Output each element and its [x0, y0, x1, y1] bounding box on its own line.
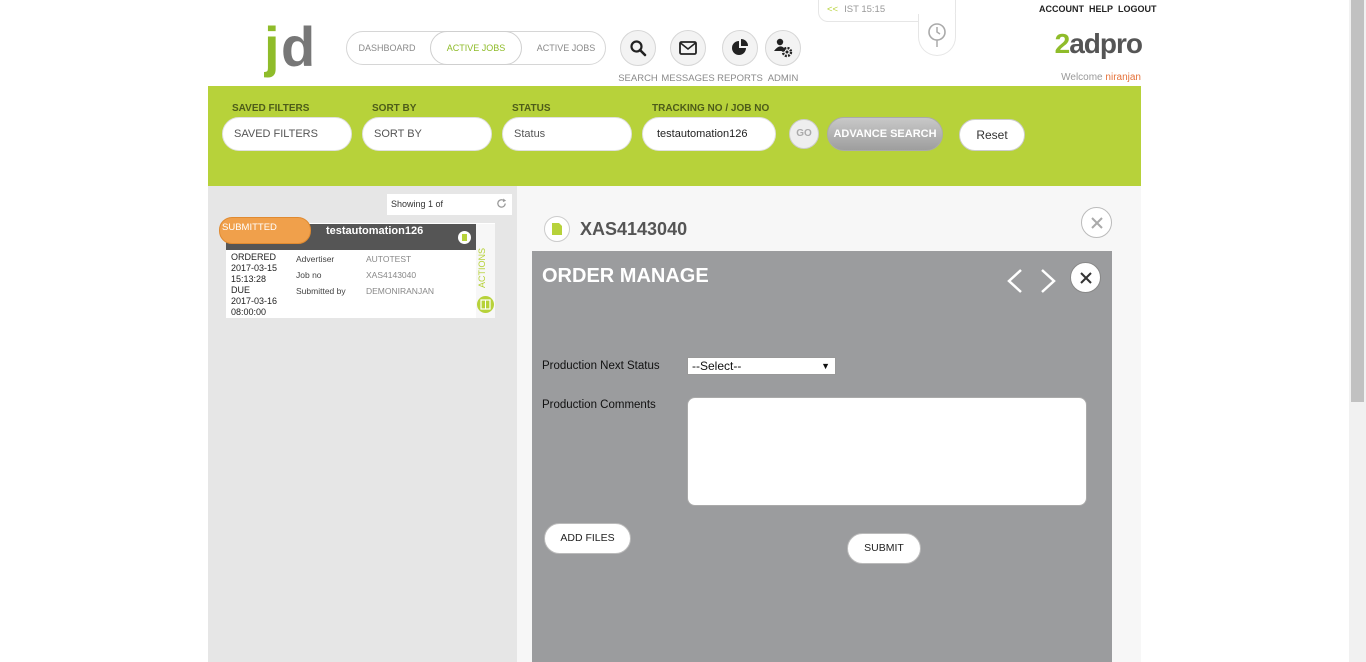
close-panel-button[interactable]	[1070, 262, 1101, 293]
search-button[interactable]	[620, 30, 656, 66]
sort-by-label: SORT BY	[372, 103, 417, 114]
chevron-right-icon[interactable]	[1037, 266, 1059, 296]
vertical-scrollbar[interactable]	[1349, 0, 1366, 662]
search-icon	[630, 40, 647, 57]
submitted-by-value: DEMONIRANJAN	[366, 286, 435, 296]
status-select[interactable]: Status	[502, 117, 632, 151]
film-icon	[480, 299, 491, 310]
brand-logo: 2adpro	[1034, 28, 1143, 60]
close-detail-button[interactable]	[1081, 207, 1112, 238]
chevron-left-icon[interactable]	[1004, 266, 1026, 296]
clock-collapse-toggle[interactable]: <<	[827, 4, 838, 15]
comments-textarea[interactable]	[687, 397, 1087, 506]
admin-button[interactable]	[765, 30, 801, 66]
logo-letter-d: d	[281, 20, 315, 78]
tab-dashboard[interactable]: DASHBOARD	[353, 32, 421, 64]
ordered-date: 2017-03-15	[231, 263, 278, 273]
due-label: DUE	[231, 285, 251, 295]
admin-label: ADMIN	[767, 73, 799, 84]
logout-link[interactable]: LOGOUT	[1118, 4, 1157, 14]
panel-title: ORDER MANAGE	[542, 265, 709, 287]
document-icon	[552, 223, 562, 235]
results-count-text: Showing 1 of	[391, 199, 444, 209]
next-status-label: Production Next Status	[542, 360, 660, 372]
envelope-icon	[679, 41, 697, 55]
top-links: ACCOUNT HELP LOGOUT	[1034, 4, 1157, 14]
clock-time: IST 15:15	[844, 4, 886, 15]
welcome-message: Welcome niranjan	[1000, 72, 1141, 83]
users-gear-icon	[774, 38, 793, 58]
reset-button[interactable]: Reset	[959, 119, 1025, 151]
add-files-button[interactable]: ADD FILES	[544, 523, 631, 554]
logo-letter-j: j	[264, 20, 280, 78]
comments-label: Production Comments	[542, 399, 656, 411]
clock-icon	[928, 22, 946, 47]
tab-active-jobs[interactable]: ACTIVE JOBS	[430, 31, 522, 65]
document-glyph	[462, 234, 467, 241]
welcome-text: Welcome	[1061, 72, 1103, 83]
sort-by-select[interactable]: SORT BY	[362, 117, 492, 151]
next-status-select[interactable]: --Select-- ▼	[687, 357, 836, 375]
saved-filters-select[interactable]: SAVED FILTERS	[222, 117, 352, 151]
job-card-title[interactable]: testautomation126	[326, 226, 426, 237]
actions-grid-icon[interactable]	[477, 296, 494, 313]
messages-label: MESSAGES	[661, 73, 715, 84]
scrollbar-thumb[interactable]	[1351, 0, 1364, 402]
job-document-button[interactable]	[544, 216, 570, 242]
results-count: Showing 1 of	[387, 194, 512, 215]
messages-button[interactable]	[670, 30, 706, 66]
status-badge: SUBMITTED	[219, 217, 311, 244]
document-icon[interactable]	[458, 231, 471, 244]
brand-logo-part2: adpro	[1069, 28, 1143, 59]
jd-logo[interactable]: j d	[264, 20, 326, 78]
job-id-heading: XAS4143040	[580, 219, 688, 239]
refresh-icon[interactable]	[496, 198, 507, 209]
due-time: 08:00:00	[231, 307, 267, 317]
tab-active-jobs-secondary[interactable]: ACTIVE JOBS	[529, 32, 603, 64]
status-label: STATUS	[512, 103, 551, 114]
tracking-label: TRACKING NO / JOB NO	[652, 103, 770, 114]
actions-label[interactable]: ACTIONS	[477, 242, 493, 294]
close-icon	[1079, 271, 1092, 284]
ordered-label: ORDERED	[231, 252, 277, 262]
job-no-label: Job no	[296, 270, 322, 280]
saved-filters-label: SAVED FILTERS	[232, 103, 310, 114]
advertiser-value: AUTOTEST	[366, 254, 412, 264]
reports-button[interactable]	[722, 30, 758, 66]
due-date: 2017-03-16	[231, 296, 278, 306]
main-nav: DASHBOARD ACTIVE JOBS ACTIVE JOBS	[346, 31, 606, 65]
submit-button[interactable]: SUBMIT	[847, 533, 921, 564]
clock-toggle[interactable]	[918, 14, 956, 56]
go-button[interactable]: GO	[789, 119, 819, 149]
pie-chart-icon	[732, 39, 748, 55]
job-no-value: XAS4143040	[366, 270, 417, 280]
advance-search-button[interactable]: ADVANCE SEARCH	[827, 117, 943, 151]
submitted-by-label: Submitted by	[296, 286, 346, 296]
close-icon	[1090, 216, 1103, 229]
account-link[interactable]: ACCOUNT	[1039, 4, 1084, 14]
welcome-username[interactable]: niranjan	[1105, 72, 1141, 83]
dropdown-arrow-icon: ▼	[821, 361, 830, 371]
help-link[interactable]: HELP	[1089, 4, 1113, 14]
tracking-input[interactable]: testautomation126	[642, 117, 776, 151]
advertiser-label: Advertiser	[296, 254, 335, 264]
next-status-value: --Select--	[692, 359, 742, 373]
ordered-time: 15:13:28	[231, 274, 267, 284]
brand-logo-part1: 2	[1054, 28, 1071, 59]
